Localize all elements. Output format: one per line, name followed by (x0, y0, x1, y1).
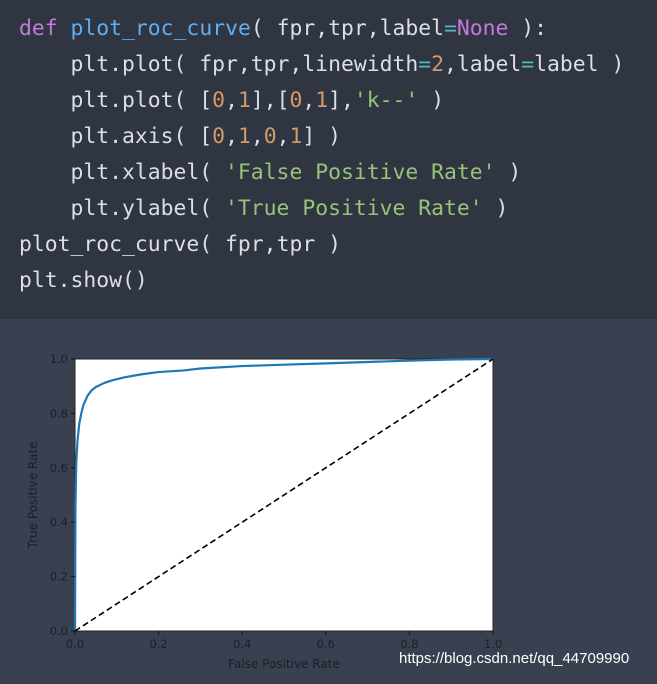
y-tick-label: 0.8 (50, 406, 68, 420)
code-token: plt.show() (19, 268, 148, 293)
code-token: label ) (534, 52, 625, 77)
code-token: 0 (263, 124, 277, 149)
output-area: 0.0 0.2 0.4 0.6 0.8 1.0 0.0 0.2 0.4 0.6 0.8 1.0 Fal… (0, 319, 657, 679)
code-token: None (456, 16, 509, 41)
code-line: plt.axis( [0,1,0,1] ) (71, 124, 342, 150)
code-line: plt.show() (19, 268, 148, 294)
code-token: 1 (237, 124, 251, 149)
code-token: , (302, 88, 316, 113)
code-token: , (276, 124, 290, 149)
code-line: plot_roc_curve( fpr,tpr ) (19, 232, 341, 258)
code-token: 1 (315, 88, 329, 113)
code-token: plt.plot( [ (70, 88, 213, 113)
x-tick-label: 0.0 (66, 637, 84, 651)
code-token: 2 (431, 52, 444, 77)
code-token: 'True Positive Rate' (225, 196, 483, 221)
y-tick-label: 0.2 (50, 570, 68, 584)
code-line: plt.ylabel( 'True Positive Rate' ) (71, 196, 509, 222)
code-token: plt.ylabel( (70, 196, 226, 221)
code-token: plt.plot( fpr,tpr,linewidth (70, 52, 419, 77)
code-token: , (225, 124, 238, 149)
x-tick-label: 0.4 (233, 637, 251, 651)
code-token: ) (482, 196, 509, 221)
x-tick-label: 0.6 (317, 637, 335, 651)
code-token: 1 (289, 124, 303, 149)
code-cell[interactable]: def plot_roc_curve( fpr,tpr,label=None )… (0, 0, 657, 319)
code-token: plot_roc_curve (70, 16, 251, 41)
roc-chart: 0.0 0.2 0.4 0.6 0.8 1.0 0.0 0.2 0.4 0.6 0.8 1.0 Fal… (26, 352, 502, 671)
x-tick-label: 0.2 (149, 637, 167, 651)
code-token: 0 (212, 88, 226, 113)
code-token: = (418, 52, 432, 77)
code-token: ) (418, 88, 445, 113)
x-tick-label: 1.0 (484, 637, 502, 651)
code-token: plt.xlabel( (70, 160, 226, 185)
code-line: plt.plot( fpr,tpr,linewidth=2,label=labe… (71, 52, 625, 78)
code-token: , (225, 88, 238, 113)
watermark: https://blog.csdn.net/qq_44709990 (399, 650, 630, 667)
code-token: ) (495, 160, 522, 185)
code-token: 1 (237, 88, 251, 113)
code-token: , (250, 124, 264, 149)
y-tick-label: 0.6 (50, 461, 68, 475)
y-tick-label: 0.0 (50, 624, 68, 638)
code-token: 'False Positive Rate' (225, 160, 496, 185)
code-line: plt.xlabel( 'False Positive Rate' ) (71, 160, 522, 186)
y-tick-label: 1.0 (50, 352, 68, 366)
code-token: ): (508, 16, 548, 41)
code-line: plt.plot( [0,1],[0,1],'k--' ) (71, 88, 445, 114)
x-axis-label: False Positive Rate (228, 657, 340, 671)
code-token: ] ) (302, 124, 342, 149)
code-line: def plot_roc_curve( fpr,tpr,label=None )… (19, 16, 547, 42)
code-token: = (444, 16, 457, 41)
x-tick-label: 0.8 (400, 637, 418, 651)
code-token: 0 (289, 88, 303, 113)
code-token: = (521, 52, 535, 77)
code-token: ], (328, 88, 354, 113)
code-token: plt.axis( [ (70, 124, 213, 149)
code-token: def (19, 16, 58, 41)
code-token: ],[ (250, 88, 290, 113)
code-token: ( fpr,tpr,label (250, 16, 445, 41)
y-tick-label: 0.4 (50, 515, 68, 529)
code-token: 'k--' (353, 88, 419, 113)
code-token: plot_roc_curve( fpr,tpr ) (19, 232, 341, 257)
code-token: 0 (212, 124, 226, 149)
y-axis-label: True Positive Rate (26, 442, 40, 550)
code-token: ,label (444, 52, 522, 77)
